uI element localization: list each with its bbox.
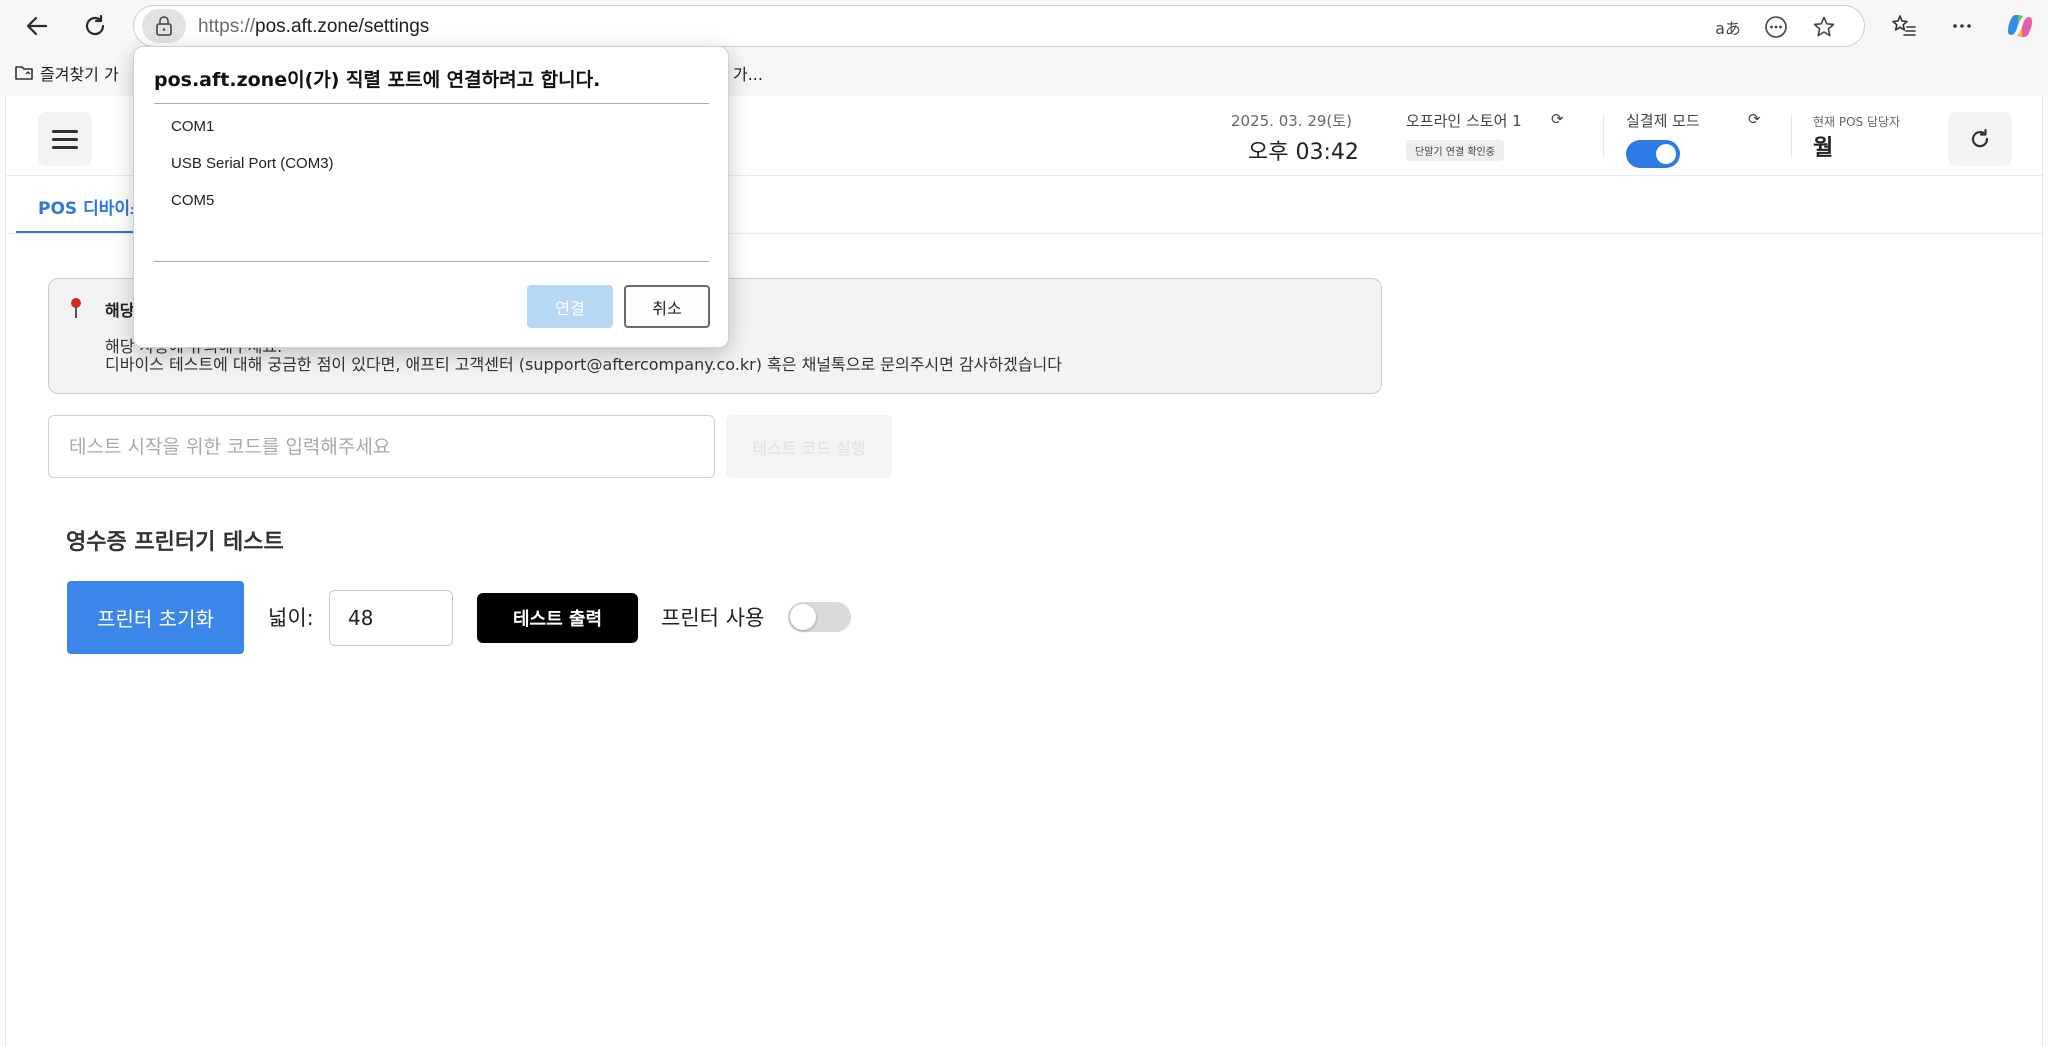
reload-icon[interactable]: [75, 6, 115, 46]
favorites-tail-label: 가...: [733, 65, 763, 84]
port-list: COM1 USB Serial Port (COM3) COM5: [154, 103, 709, 262]
payment-mode-toggle[interactable]: [1626, 140, 1680, 168]
pin-icon: [69, 297, 83, 324]
dialog-title: pos.aft.zone이(가) 직렬 포트에 연결하려고 합니다.: [154, 69, 601, 91]
port-item[interactable]: COM1: [171, 118, 214, 135]
store-refresh-icon[interactable]: ⟳: [1551, 110, 1564, 128]
more-horizontal-icon[interactable]: [1942, 6, 1982, 46]
ellipsis-circle-icon[interactable]: [1762, 14, 1790, 40]
favorites-item-truncated[interactable]: 가...: [733, 61, 763, 85]
header-time: 오후 03:42: [1248, 140, 1359, 165]
store-status-badge: 단말기 연결 확인중: [1406, 140, 1504, 161]
favorites-folder[interactable]: 즐겨찾기 가: [14, 61, 119, 85]
star-icon[interactable]: [1810, 14, 1838, 40]
translate-icon[interactable]: aあ: [1714, 14, 1742, 40]
serial-port-dialog: pos.aft.zone이(가) 직렬 포트에 연결하려고 합니다. COM1 …: [133, 46, 729, 348]
connect-button[interactable]: 연결: [527, 285, 613, 328]
test-code-input[interactable]: [48, 415, 715, 478]
divider: [1603, 114, 1604, 158]
printer-use-toggle[interactable]: [788, 602, 851, 632]
run-test-code-button[interactable]: 테스트 코드 실행: [726, 415, 892, 478]
manager-name: 월: [1813, 136, 1834, 161]
tab-label: POS 디바이스: [38, 199, 146, 219]
copilot-icon[interactable]: [2000, 6, 2040, 46]
favorites-list-icon[interactable]: [1884, 6, 1924, 46]
port-item[interactable]: USB Serial Port (COM3): [171, 155, 334, 172]
folder-icon: [15, 66, 33, 80]
printer-use-label: 프린터 사용: [661, 606, 765, 630]
width-label: 넓이:: [268, 606, 314, 630]
notice-title: 해당: [105, 301, 135, 320]
hamburger-menu-icon[interactable]: [38, 112, 92, 166]
port-item[interactable]: COM5: [171, 192, 214, 209]
test-print-button[interactable]: 테스트 출력: [477, 593, 638, 643]
printer-section-title: 영수증 프린터기 테스트: [66, 530, 284, 555]
refresh-icon[interactable]: [1948, 112, 2012, 166]
header-date: 2025. 03. 29(토): [1231, 112, 1352, 130]
width-input[interactable]: [329, 590, 453, 646]
divider: [1791, 114, 1792, 158]
cancel-button[interactable]: 취소: [624, 285, 710, 328]
favorites-label: 즐겨찾기 가: [40, 65, 119, 84]
address-bar[interactable]: https://pos.aft.zone/settings aあ: [133, 5, 1865, 47]
notice-line-2: 디바이스 테스트에 대해 궁금한 점이 있다면, 애프티 고객센터 (suppo…: [105, 355, 1062, 374]
mode-refresh-icon[interactable]: ⟳: [1748, 110, 1761, 128]
url-text: https://pos.aft.zone/settings: [198, 16, 430, 37]
manager-label: 현재 POS 담당자: [1813, 115, 1901, 129]
store-name: 오프라인 스토어 1: [1406, 112, 1522, 130]
payment-mode-label: 실결제 모드: [1626, 112, 1700, 130]
back-arrow-icon[interactable]: [17, 6, 57, 46]
printer-init-button[interactable]: 프린터 초기화: [67, 581, 244, 654]
lock-icon[interactable]: [142, 9, 186, 43]
